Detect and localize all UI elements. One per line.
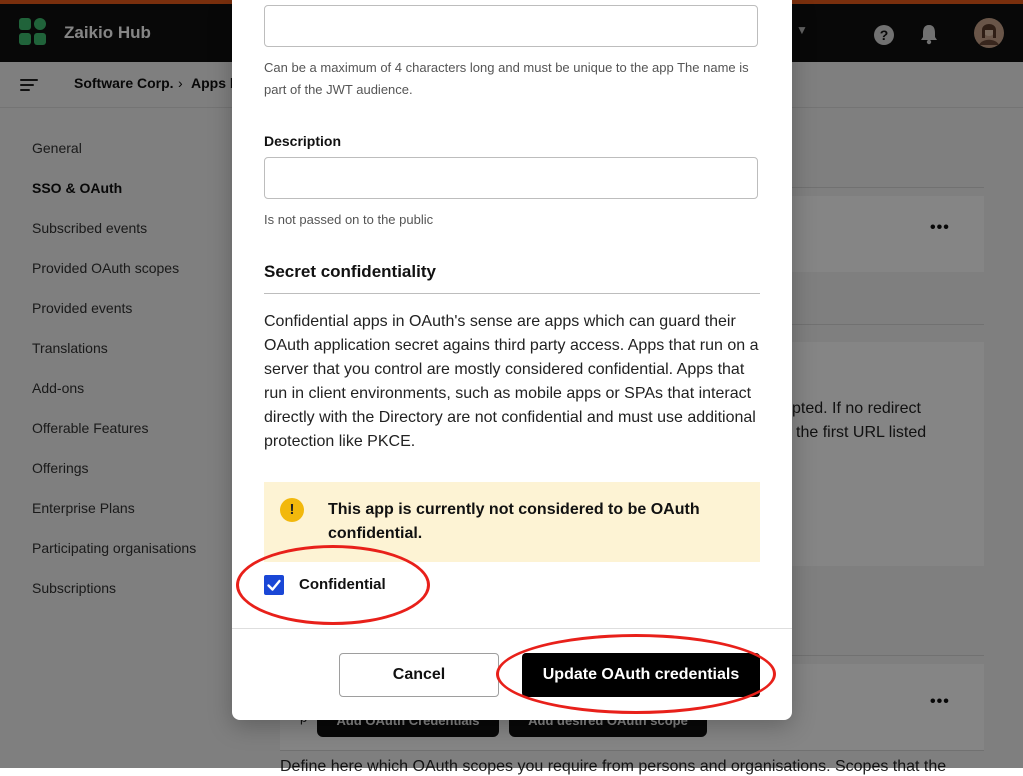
checkmark-icon — [267, 579, 281, 591]
name-input[interactable] — [264, 5, 758, 47]
confidential-checkbox[interactable] — [264, 575, 284, 595]
name-hint: Can be a maximum of 4 characters long an… — [264, 60, 749, 97]
description-input[interactable] — [264, 157, 758, 199]
section-divider — [264, 293, 760, 294]
confidentiality-description: Confidential apps in OAuth's sense are a… — [264, 313, 759, 450]
description-label: Description — [264, 133, 342, 149]
confidentiality-alert: ! This app is currently not considered t… — [264, 482, 760, 562]
cancel-button[interactable]: Cancel — [339, 653, 499, 697]
update-oauth-credentials-button[interactable]: Update OAuth credentials — [522, 653, 760, 697]
confidential-label[interactable]: Confidential — [299, 576, 386, 593]
exclamation-icon: ! — [280, 498, 304, 522]
section-title: Secret confidentiality — [264, 262, 436, 281]
alert-text: This app is currently not considered to … — [328, 501, 700, 542]
description-hint: Is not passed on to the public — [264, 212, 434, 227]
oauth-credentials-modal: Can be a maximum of 4 characters long an… — [232, 0, 792, 720]
footer-divider — [232, 628, 792, 629]
